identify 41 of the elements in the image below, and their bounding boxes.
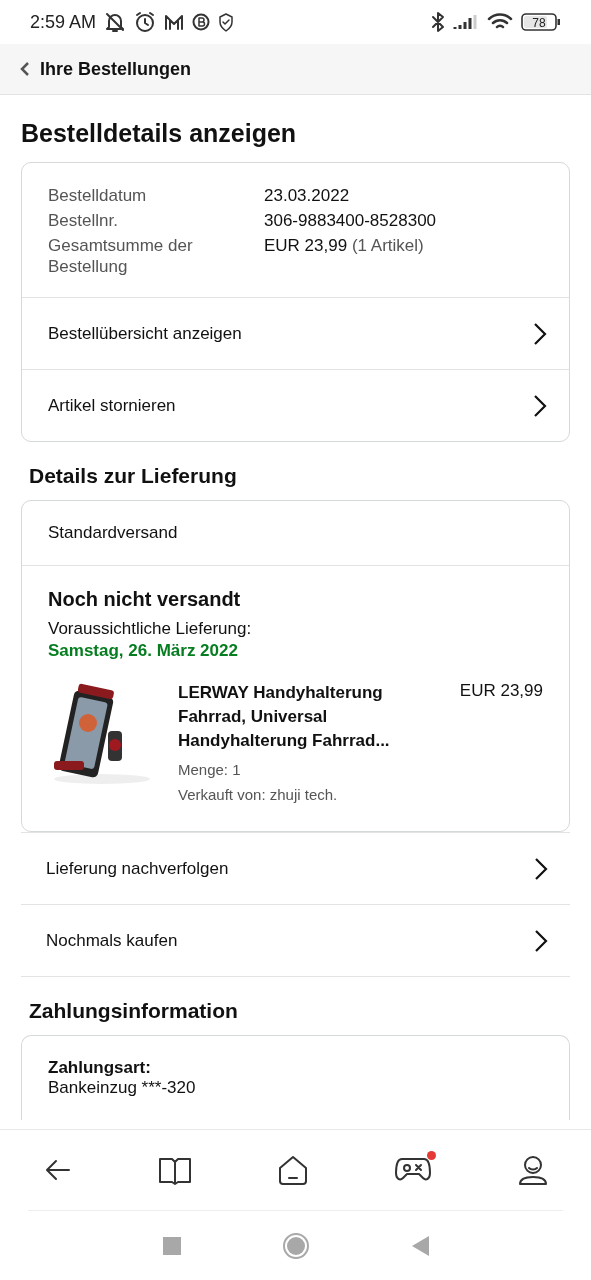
chevron-right-icon [533, 393, 547, 418]
shield-icon [218, 12, 235, 32]
bluetooth-icon [431, 11, 445, 33]
section-heading: Zahlungsinformation [29, 999, 239, 1023]
payment-value: Bankeinzug ***-320 [48, 1078, 197, 1098]
delivery-link[interactable]: Lieferung nachverfolgen [21, 833, 570, 905]
info-value: EUR 23,99 (1 Artikel) [264, 235, 425, 257]
info-label: Gesamtsumme der Bestellung [48, 235, 194, 277]
shipment-status: Noch nicht versandt [48, 588, 242, 611]
back-link[interactable]: Ihre Bestellungen [20, 58, 192, 80]
profile-icon [516, 1154, 549, 1186]
book-icon [157, 1155, 192, 1185]
mute-icon [104, 11, 127, 33]
notification-dot [426, 1151, 436, 1160]
mail-icon [164, 13, 185, 31]
shipping-method: Standardversand [22, 501, 569, 566]
item-price: EUR 23,99 [459, 681, 543, 702]
chevron-right-icon [534, 856, 548, 881]
info-label: Bestellnr. [48, 210, 119, 231]
delivery-link[interactable]: Nochmals kaufen [21, 905, 570, 977]
chevron-right-icon [534, 928, 548, 953]
payment-label: Zahlungsart: [48, 1058, 152, 1078]
info-value: 23.03.2022 [264, 185, 351, 206]
delivery-date: Samstag, 26. März 2022 [48, 641, 239, 661]
section-heading: Details zur Lieferung [29, 464, 238, 488]
signal-icon [453, 13, 479, 31]
home-icon [276, 1154, 309, 1186]
info-value: 306-9883400-8528300 [264, 210, 438, 231]
chevron-left-icon [20, 62, 30, 76]
page-title: Bestelldetails anzeigen [21, 119, 298, 148]
order-link[interactable]: Bestellübersicht anzeigen [22, 298, 569, 370]
status-time: 2:59 AM [30, 11, 97, 33]
seller-text: Verkauft von: zhuji tech. [178, 785, 339, 805]
chevron-right-icon [533, 321, 547, 346]
quantity-text: Menge: 1 [178, 760, 242, 780]
coin-icon [192, 13, 211, 31]
delivery-label: Voraussichtliche Lieferung: [48, 619, 253, 639]
product-title[interactable]: LERWAY Handyhalterung Fahrrad, Universal Handyhalterung Fahrrad... [178, 681, 438, 753]
order-link[interactable]: Artikel stornieren [22, 370, 569, 441]
alarm-icon [134, 11, 157, 33]
info-label: Bestelldatum [48, 185, 148, 206]
